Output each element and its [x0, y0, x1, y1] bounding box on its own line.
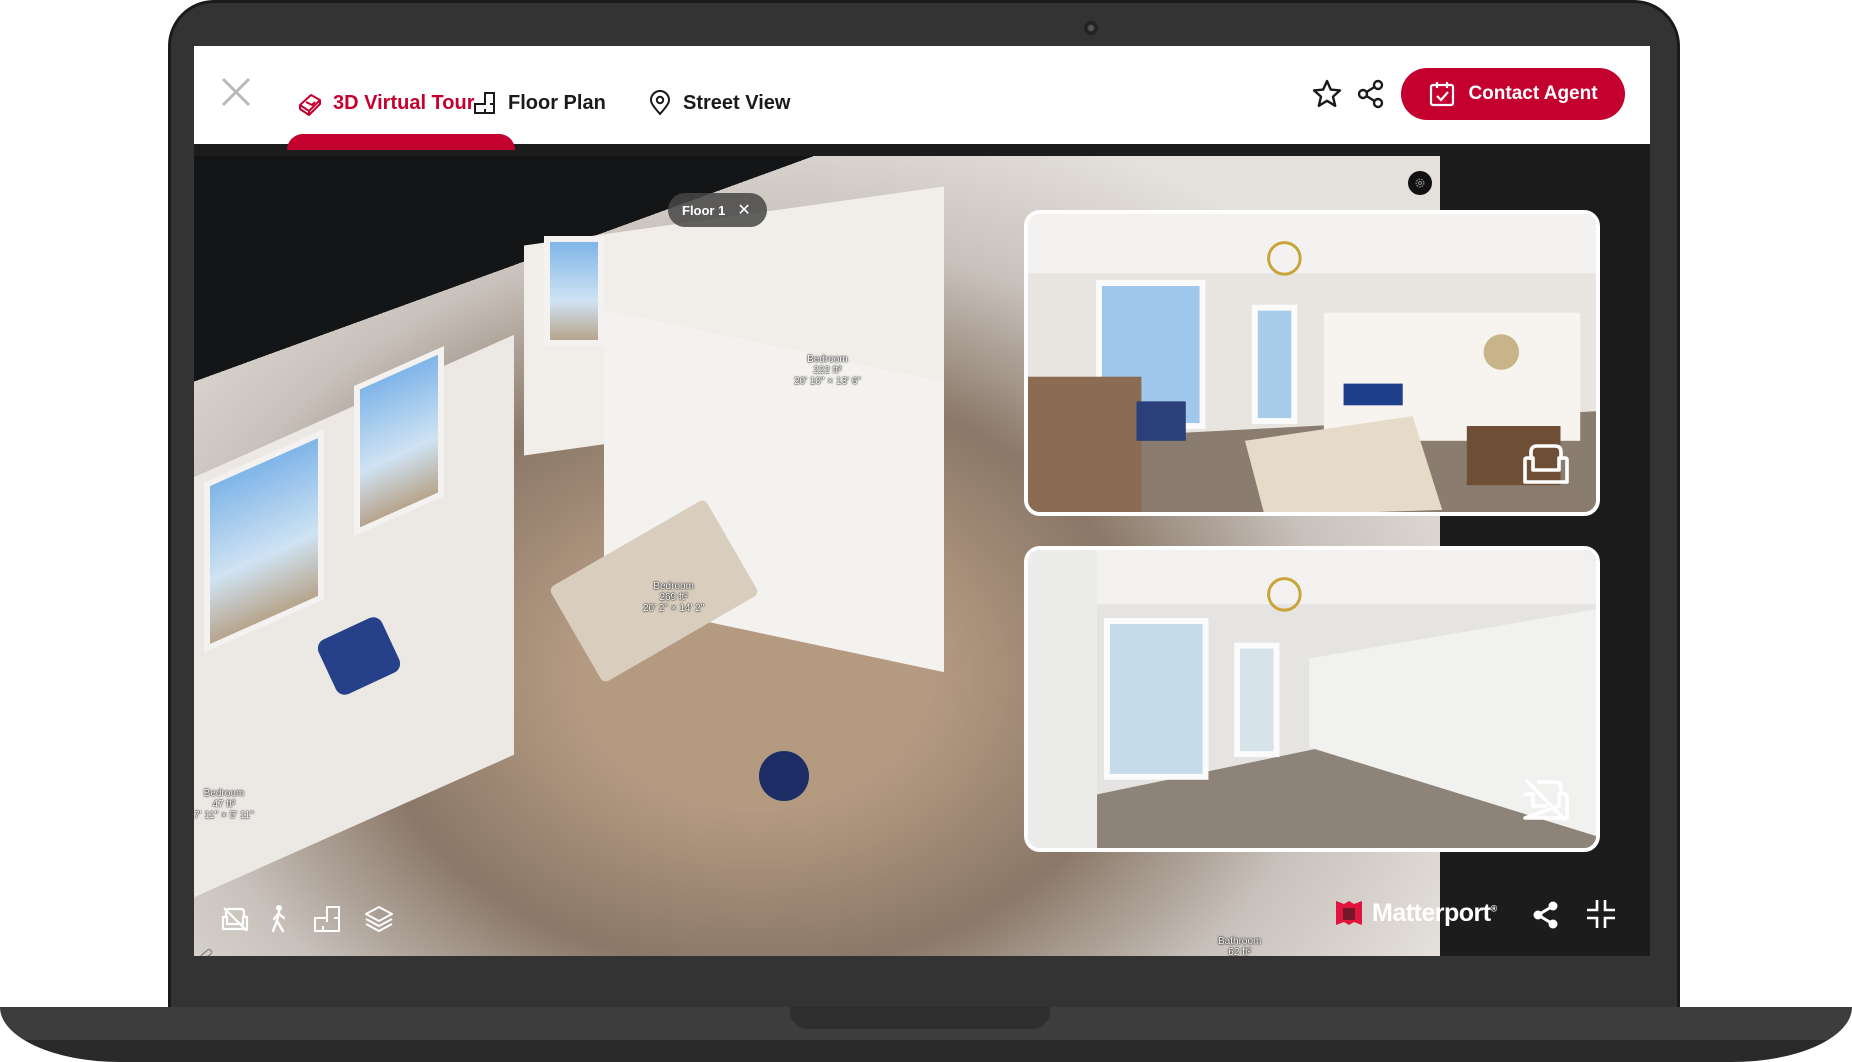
close-button[interactable]: [220, 76, 252, 108]
matterport-mark-icon: [1336, 901, 1362, 925]
active-tab-indicator: [287, 134, 515, 150]
tab-floor-plan[interactable]: Floor Plan: [472, 90, 606, 116]
gear-icon: [1415, 178, 1425, 188]
sofa-icon: [1523, 444, 1569, 484]
furnished-room-card[interactable]: [1024, 210, 1600, 516]
favorite-button[interactable]: [1310, 77, 1344, 111]
furniture-off-icon: [221, 907, 249, 932]
dollhouse-ottoman: [759, 751, 809, 801]
walk-icon: [271, 905, 286, 933]
header: 3D Virtual Tour Floor Plan Street View C…: [194, 46, 1650, 150]
sofa-off-icon: [1523, 778, 1569, 822]
floor-selector-chip[interactable]: Floor 1 ✕: [668, 193, 767, 227]
measure-tape-icon[interactable]: [198, 946, 214, 956]
room-label: Bedroom 269 ft² 20' 2" × 14' 2": [643, 581, 705, 614]
unfurnished-bedroom-photo: [1028, 550, 1596, 848]
exit-fullscreen-button[interactable]: [1585, 898, 1617, 930]
furnished-bedroom-photo: [1028, 214, 1596, 512]
settings-button[interactable]: [1408, 171, 1432, 195]
dollhouse-window: [544, 236, 604, 346]
viewer-share-button[interactable]: [1531, 900, 1561, 930]
screen: 3D Virtual Tour Floor Plan Street View C…: [194, 46, 1650, 956]
walkthrough-button[interactable]: [264, 904, 294, 934]
contact-agent-label: Contact Agent: [1468, 83, 1598, 104]
tab-3d-virtual-tour[interactable]: 3D Virtual Tour: [297, 90, 475, 116]
share-button[interactable]: [1354, 77, 1388, 111]
matterport-logo[interactable]: Matterport®: [1334, 898, 1497, 928]
floor-layers-button[interactable]: [364, 904, 394, 934]
calendar-check-icon: [1430, 82, 1455, 107]
webcam: [1084, 21, 1098, 35]
layers-icon: [365, 906, 393, 932]
unfurnished-room-card[interactable]: [1024, 546, 1600, 852]
cube-3d-icon: [299, 94, 321, 116]
collapse-icon: [1587, 900, 1615, 928]
star-icon: [1312, 79, 1342, 107]
tab-street-view[interactable]: Street View: [647, 90, 790, 116]
close-icon: [221, 77, 251, 107]
map-pin-icon: [649, 90, 671, 116]
tab-label: 3D Virtual Tour: [333, 91, 475, 114]
share-icon: [1533, 901, 1558, 929]
contact-agent-button[interactable]: Contact Agent: [1401, 68, 1625, 120]
room-label: Bathroom 62 ft²: [1218, 936, 1262, 956]
floor-chip-label: Floor 1: [682, 202, 726, 218]
tab-label: Street View: [683, 91, 791, 114]
room-label: Bedroom 222 ft² 20' 10" × 13' 6": [794, 354, 861, 387]
share-icon: [1357, 79, 1384, 109]
floor-plan-icon: [474, 92, 495, 114]
room-label: Bedroom 47 ft² 7' 11" × 5' 11": [194, 788, 254, 821]
laptop-notch: [790, 1007, 1050, 1029]
close-icon[interactable]: ✕: [737, 200, 750, 220]
floor-plan-icon: [314, 906, 340, 932]
floor-plan-view-button[interactable]: [312, 904, 342, 934]
toggle-furniture-button[interactable]: [220, 904, 250, 934]
matterport-wordmark: Matterport®: [1372, 898, 1497, 927]
tab-label: Floor Plan: [508, 91, 606, 114]
